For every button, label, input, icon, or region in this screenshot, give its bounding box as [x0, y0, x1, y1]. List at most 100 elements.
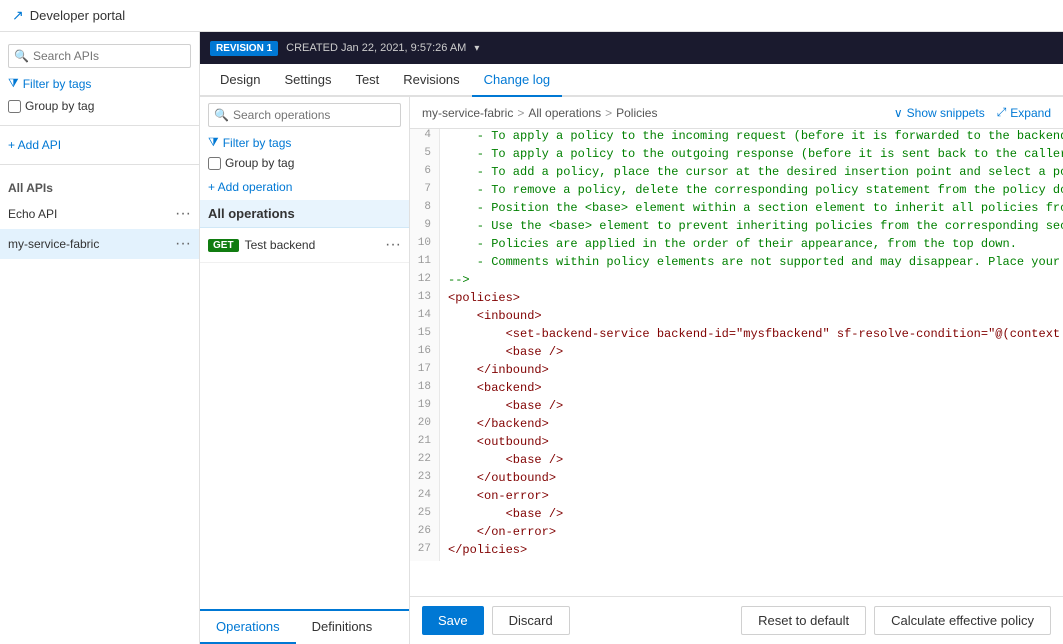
add-api-button[interactable]: + Add API	[8, 138, 191, 152]
ops-filter-label: Filter by tags	[223, 136, 292, 150]
line-number: 15	[410, 327, 440, 345]
code-line: 9 - Use the <base> element to prevent in…	[410, 219, 1063, 237]
content-header: my-service-fabric > All operations > Pol…	[410, 97, 1063, 129]
code-line: 12-->	[410, 273, 1063, 291]
code-line: 10 - Policies are applied in the order o…	[410, 237, 1063, 255]
breadcrumb: my-service-fabric > All operations > Pol…	[422, 106, 657, 120]
revision-badge: REVISION 1	[210, 41, 278, 56]
ops-search-input[interactable]	[208, 103, 401, 127]
group-by-tag[interactable]: Group by tag	[8, 99, 191, 113]
line-content: <base />	[440, 399, 1063, 417]
tabs-bar: Design Settings Test Revisions Change lo…	[200, 64, 1063, 97]
ops-group-checkbox[interactable]	[208, 157, 221, 170]
line-content: <backend>	[440, 381, 1063, 399]
line-number: 11	[410, 255, 440, 273]
portal-title: Developer portal	[30, 8, 125, 23]
line-content: -->	[440, 273, 1063, 291]
content-footer: Save Discard Reset to default Calculate …	[410, 596, 1063, 644]
ops-tab-operations[interactable]: Operations	[200, 611, 296, 644]
ops-search-icon: 🔍	[214, 108, 229, 122]
fabric-api-menu[interactable]: ···	[175, 235, 191, 253]
group-checkbox[interactable]	[8, 100, 21, 113]
footer-right: Reset to default Calculate effective pol…	[741, 606, 1051, 635]
calc-effective-button[interactable]: Calculate effective policy	[874, 606, 1051, 635]
echo-api-menu[interactable]: ···	[175, 205, 191, 223]
code-line: 14 <inbound>	[410, 309, 1063, 327]
api-search-input[interactable]	[8, 44, 191, 68]
line-content: - To apply a policy to the incoming requ…	[440, 129, 1063, 147]
code-editor[interactable]: 4 - To apply a policy to the incoming re…	[410, 129, 1063, 596]
portal-icon: ↗	[12, 7, 24, 24]
content-actions: ∨ Show snippets ⤢ Expand	[894, 105, 1051, 120]
line-content: </backend>	[440, 417, 1063, 435]
line-number: 19	[410, 399, 440, 417]
line-number: 17	[410, 363, 440, 381]
revision-tabs-area: REVISION 1 CREATED Jan 22, 2021, 9:57:26…	[200, 32, 1063, 97]
line-number: 20	[410, 417, 440, 435]
code-line: 19 <base />	[410, 399, 1063, 417]
show-snippets-button[interactable]: ∨ Show snippets	[894, 106, 985, 120]
all-operations-section[interactable]: All operations	[200, 200, 409, 228]
expand-button[interactable]: ⤢ Expand	[997, 105, 1051, 120]
code-line: 23 </outbound>	[410, 471, 1063, 489]
discard-button[interactable]: Discard	[492, 606, 570, 635]
save-button[interactable]: Save	[422, 606, 484, 635]
code-line: 27</policies>	[410, 543, 1063, 561]
line-number: 16	[410, 345, 440, 363]
reset-button[interactable]: Reset to default	[741, 606, 866, 635]
line-content: - To add a policy, place the cursor at t…	[440, 165, 1063, 183]
tab-test[interactable]: Test	[343, 64, 391, 97]
tab-revisions[interactable]: Revisions	[391, 64, 471, 97]
ops-group[interactable]: Group by tag	[208, 156, 401, 170]
tab-design[interactable]: Design	[208, 64, 272, 97]
line-number: 27	[410, 543, 440, 561]
line-number: 10	[410, 237, 440, 255]
group-label: Group by tag	[25, 99, 94, 113]
add-operation-button[interactable]: + Add operation	[208, 180, 401, 194]
breadcrumb-sep2: >	[605, 106, 612, 120]
ops-tab-definitions[interactable]: Definitions	[296, 611, 389, 644]
code-line: 20 </backend>	[410, 417, 1063, 435]
line-content: <set-backend-service backend-id="mysfbac…	[440, 327, 1063, 345]
revision-chevron-icon[interactable]: ▾	[474, 43, 479, 54]
line-content: <on-error>	[440, 489, 1063, 507]
left-sidebar: 🔍 ⧩ Filter by tags Group by tag + Add AP…	[0, 32, 200, 644]
filter-icon: ⧩	[8, 76, 19, 91]
op-name-test: Test backend	[245, 238, 385, 252]
line-number: 6	[410, 165, 440, 183]
line-number: 5	[410, 147, 440, 165]
fabric-api-name: my-service-fabric	[8, 237, 175, 251]
api-item-fabric[interactable]: my-service-fabric ···	[0, 229, 199, 259]
tab-changelog[interactable]: Change log	[472, 64, 563, 97]
line-content: <base />	[440, 345, 1063, 363]
op-item-menu[interactable]: ···	[385, 236, 401, 254]
ops-filter[interactable]: ⧩ Filter by tags	[208, 135, 401, 150]
tab-settings[interactable]: Settings	[272, 64, 343, 97]
filter-label: Filter by tags	[23, 77, 92, 91]
echo-api-name: Echo API	[8, 207, 175, 221]
line-content: - Comments within policy elements are no…	[440, 255, 1063, 273]
search-icon: 🔍	[14, 49, 29, 63]
operation-item-test[interactable]: GET Test backend ···	[200, 228, 409, 263]
expand-icon: ⤢	[997, 105, 1007, 120]
op-method-get: GET	[208, 239, 239, 252]
line-content: </on-error>	[440, 525, 1063, 543]
code-line: 18 <backend>	[410, 381, 1063, 399]
ops-filter-icon: ⧩	[208, 135, 219, 150]
filter-by-tags[interactable]: ⧩ Filter by tags	[8, 76, 191, 91]
line-number: 7	[410, 183, 440, 201]
ops-search-container: 🔍	[208, 103, 401, 127]
ops-bottom-tabs: Operations Definitions	[200, 609, 409, 644]
line-content: </outbound>	[440, 471, 1063, 489]
api-item-echo[interactable]: Echo API ···	[0, 199, 199, 229]
line-content: - To apply a policy to the outgoing resp…	[440, 147, 1063, 165]
breadcrumb-sep1: >	[517, 106, 524, 120]
api-search-container: 🔍	[8, 44, 191, 68]
footer-left: Save Discard	[422, 606, 570, 635]
add-api-label: + Add API	[8, 138, 61, 152]
line-number: 8	[410, 201, 440, 219]
breadcrumb-section: All operations	[528, 106, 601, 120]
all-apis-label: All APIs	[8, 181, 191, 195]
line-content: - Use the <base> element to prevent inhe…	[440, 219, 1063, 237]
expand-label: Expand	[1010, 106, 1051, 120]
